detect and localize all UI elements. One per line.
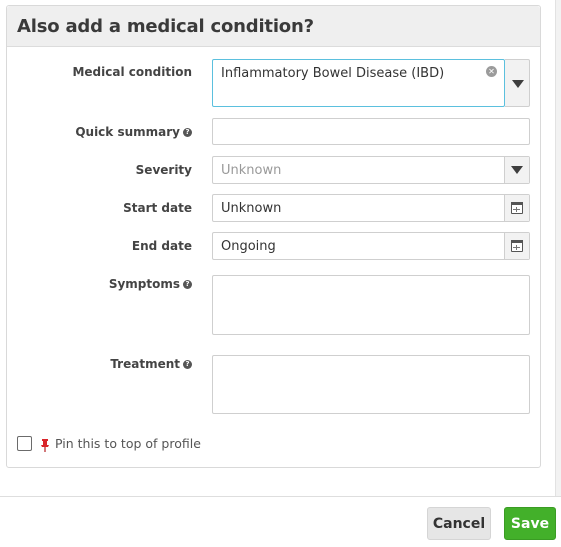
symptoms-label-text: Symptoms [108,277,180,291]
treatment-textarea[interactable] [212,355,530,414]
severity-dropdown-button[interactable] [504,157,529,183]
end-date-value: Ongoing [221,239,276,254]
treatment-label-text: Treatment [110,357,180,371]
panel-header: Also add a medical condition? [7,6,540,47]
pin-icon [40,437,50,452]
end-date-label: End date [132,239,192,253]
help-icon[interactable]: ? [183,279,192,289]
medical-condition-dropdown-button[interactable] [505,59,530,107]
end-date-label-text: End date [131,239,192,253]
start-date-input[interactable]: Unknown [212,194,530,222]
cancel-button[interactable]: Cancel [427,507,491,540]
clear-icon[interactable]: ✕ [486,66,497,77]
pin-checkbox[interactable] [17,436,32,451]
severity-label: Severity [136,163,192,177]
pin-label[interactable]: Pin this to top of profile [55,436,201,451]
end-date-calendar-button[interactable] [504,233,529,259]
medical-condition-label: Medical condition [72,65,192,79]
calendar-icon [511,202,523,214]
medical-condition-select[interactable]: Inflammatory Bowel Disease (IBD) ✕ [212,59,505,107]
quick-summary-input[interactable] [212,118,530,145]
quick-summary-label-text: Quick summary [75,125,180,139]
start-date-label-text: Start date [123,201,192,215]
footer-divider [0,496,561,497]
symptoms-label: Symptoms ? [109,277,192,291]
medical-condition-value: Inflammatory Bowel Disease (IBD) [221,66,445,81]
medical-condition-label-text: Medical condition [72,65,192,79]
symptoms-textarea[interactable] [212,275,530,335]
scrollbar-edge[interactable] [555,0,561,496]
help-icon[interactable]: ? [183,359,192,369]
chevron-down-icon [511,166,523,174]
severity-value: Unknown [221,163,282,178]
start-date-calendar-button[interactable] [504,195,529,221]
save-button[interactable]: Save [504,507,556,540]
start-date-label: Start date [123,201,192,215]
severity-label-text: Severity [135,163,192,177]
calendar-icon [511,240,523,252]
quick-summary-label: Quick summary ? [75,125,192,139]
end-date-input[interactable]: Ongoing [212,232,530,260]
chevron-down-icon [512,80,524,88]
dialog-title: Also add a medical condition? [17,16,314,37]
help-icon[interactable]: ? [183,127,192,137]
pin-to-top-row[interactable]: Pin this to top of profile [17,436,201,452]
severity-select[interactable]: Unknown [212,156,530,184]
start-date-value: Unknown [221,201,282,216]
treatment-label: Treatment ? [110,357,192,371]
